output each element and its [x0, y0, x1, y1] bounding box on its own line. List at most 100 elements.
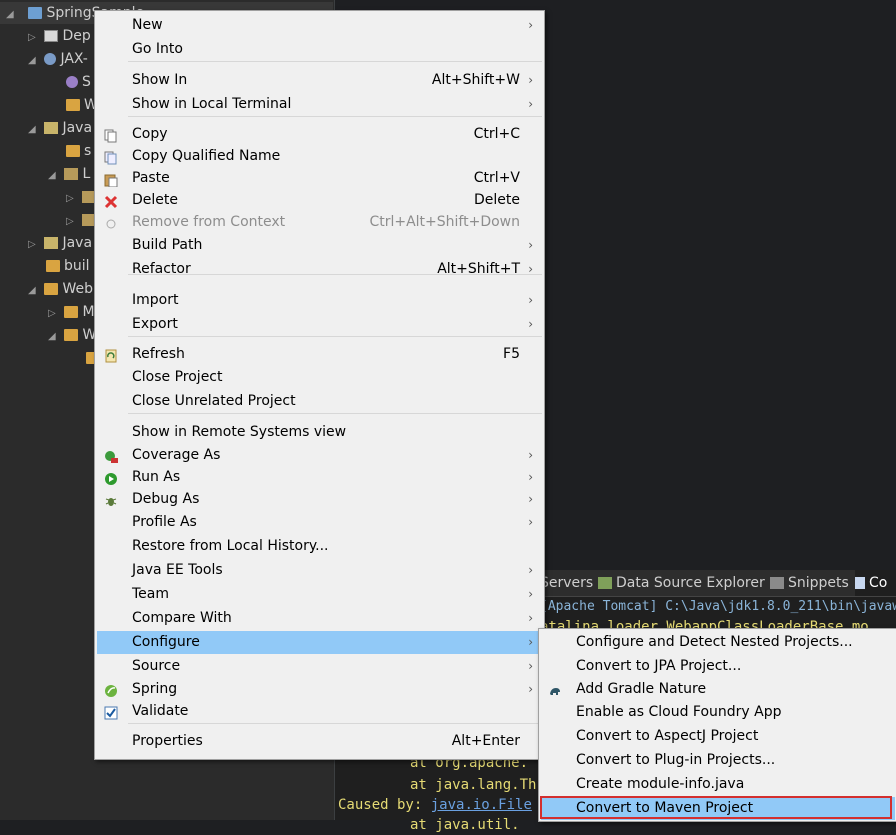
tree-item-label: M — [82, 304, 95, 320]
copy-qualified-icon — [104, 150, 118, 165]
collapse-arrow-icon[interactable]: ◢ — [28, 119, 40, 141]
submenu-arrow-icon: › — [528, 238, 533, 252]
menu-item-copy[interactable]: Copy Ctrl+C — [97, 123, 542, 146]
tree-item[interactable]: ◢ L — [48, 163, 90, 185]
menu-item-refresh[interactable]: Refresh F5 — [97, 343, 542, 366]
menu-item-close-project[interactable]: Close Project — [97, 366, 542, 389]
menu-item-label: Go Into — [132, 41, 183, 57]
submenu-arrow-icon: › — [528, 515, 533, 529]
submenu-item-create-module-info-java[interactable]: Create module-info.java — [541, 773, 895, 796]
menu-item-label: Team — [132, 586, 170, 602]
copy-icon — [104, 128, 118, 143]
tab-data-source-explorer[interactable]: Data Source Explorer — [598, 570, 765, 596]
submenu-arrow-icon: › — [528, 563, 533, 577]
menu-item-source[interactable]: Source › — [97, 655, 542, 678]
expand-arrow-icon[interactable]: ▷ — [48, 303, 60, 325]
menu-item-profile-as[interactable]: Profile As › — [97, 511, 542, 534]
expand-arrow-icon[interactable]: ▷ — [28, 234, 40, 256]
console-line: at java.lang.Th — [410, 777, 537, 793]
tree-item[interactable]: ◢ JAX- — [28, 48, 88, 70]
menu-item-shortcut: Ctrl+C — [473, 126, 520, 142]
menu-item-run-as[interactable]: Run As › — [97, 466, 542, 489]
menu-item-shortcut: Alt+Shift+T — [437, 261, 520, 277]
tab-console[interactable]: Co — [855, 570, 896, 596]
menu-separator — [128, 274, 542, 275]
tree-item[interactable]: ◢ Java — [28, 117, 92, 139]
service-icon — [66, 76, 78, 88]
menu-item-show-in-remote-systems-view[interactable]: Show in Remote Systems view — [97, 421, 542, 444]
tree-item[interactable]: ◢ Web — [28, 278, 93, 300]
menu-item-configure[interactable]: Configure › — [97, 631, 542, 654]
menu-item-show-in-local-terminal[interactable]: Show in Local Terminal › — [97, 93, 542, 116]
submenu-item-enable-as-cloud-foundry-app[interactable]: Enable as Cloud Foundry App — [541, 701, 895, 724]
tab-servers[interactable]: Servers — [540, 570, 593, 596]
expand-arrow-icon[interactable]: ▷ — [66, 211, 78, 233]
source-folder-icon — [66, 145, 80, 157]
menu-item-new[interactable]: New › — [97, 14, 542, 37]
menu-separator — [128, 413, 542, 414]
snippets-icon — [770, 577, 784, 589]
menu-item-go-into[interactable]: Go Into — [97, 38, 542, 61]
menu-item-label: Spring — [132, 681, 178, 697]
menu-item-java-ee-tools[interactable]: Java EE Tools › — [97, 559, 542, 582]
collapse-arrow-icon[interactable]: ◢ — [48, 326, 60, 348]
tree-item-label: L — [82, 166, 91, 182]
tab-label: Co — [869, 575, 888, 591]
submenu-arrow-icon: › — [528, 262, 533, 276]
menu-item-show-in[interactable]: Show In Alt+Shift+W › — [97, 69, 542, 92]
tab-snippets[interactable]: Snippets — [770, 570, 849, 596]
console-line: at java.util. — [410, 817, 520, 833]
menu-item-refactor[interactable]: Refactor Alt+Shift+T › — [97, 258, 542, 281]
menu-item-copy-qualified-name[interactable]: Copy Qualified Name — [97, 145, 542, 168]
folder-icon — [64, 329, 79, 341]
menu-item-validate[interactable]: Validate — [97, 700, 542, 723]
console-icon — [855, 577, 865, 589]
submenu-item-add-gradle-nature[interactable]: Add Gradle Nature — [541, 678, 895, 701]
tree-item[interactable]: ▷ M — [48, 301, 95, 323]
menu-item-close-unrelated-project[interactable]: Close Unrelated Project — [97, 390, 542, 413]
menu-item-export[interactable]: Export › — [97, 313, 542, 336]
menu-item-label: Debug As — [132, 491, 200, 507]
menu-item-build-path[interactable]: Build Path › — [97, 234, 542, 257]
tree-item[interactable]: s — [66, 140, 91, 162]
menu-item-team[interactable]: Team › — [97, 583, 542, 606]
menu-item-restore-from-local-history[interactable]: Restore from Local History... — [97, 535, 542, 558]
collapse-arrow-icon[interactable]: ◢ — [48, 165, 60, 187]
tree-item[interactable]: ◢ W — [48, 324, 96, 346]
menu-item-remove-from-context[interactable]: Remove from Context Ctrl+Alt+Shift+Down — [97, 211, 542, 234]
submenu-arrow-icon: › — [528, 293, 533, 307]
expand-arrow-icon[interactable]: ▷ — [28, 27, 40, 49]
tree-item[interactable]: ▷ Java — [28, 232, 92, 254]
tree-item-label: s — [84, 143, 92, 159]
submenu-item-convert-to-aspectj-project[interactable]: Convert to AspectJ Project — [541, 725, 895, 748]
menu-item-spring[interactable]: Spring › — [97, 678, 542, 701]
submenu-item-configure-and-detect-nested-projects[interactable]: Configure and Detect Nested Projects... — [541, 631, 895, 654]
menu-item-label: Delete — [132, 192, 178, 208]
submenu-item-convert-to-plug-in-projects[interactable]: Convert to Plug-in Projects... — [541, 749, 895, 772]
menu-item-coverage-as[interactable]: Coverage As › — [97, 444, 542, 467]
tree-item[interactable]: ▷ Dep — [28, 25, 91, 47]
submenu-arrow-icon: › — [528, 611, 533, 625]
submenu-arrow-icon: › — [528, 470, 533, 484]
tree-item-label: Web — [62, 281, 93, 297]
menu-item-shortcut: Alt+Shift+W — [431, 72, 520, 88]
tree-item-label: buil — [64, 258, 90, 274]
expand-arrow-icon[interactable]: ▷ — [66, 188, 78, 210]
menu-item-compare-with[interactable]: Compare With › — [97, 607, 542, 630]
menu-item-import[interactable]: Import › — [97, 289, 542, 312]
menu-item-properties[interactable]: Properties Alt+Enter — [97, 730, 542, 753]
menu-item-shortcut: Alt+Enter — [451, 733, 520, 749]
submenu-item-convert-to-jpa-project[interactable]: Convert to JPA Project... — [541, 655, 895, 678]
collapse-arrow-icon[interactable]: ◢ — [28, 50, 40, 72]
run-icon — [104, 471, 118, 485]
spring-icon — [104, 683, 118, 697]
tree-item[interactable]: buil — [46, 255, 90, 277]
stacktrace-link[interactable]: java.io.File — [431, 797, 532, 813]
tree-item[interactable]: S — [66, 71, 91, 93]
console-line: Caused by: java.io.File — [338, 795, 532, 815]
collapse-arrow-icon[interactable]: ◢ — [28, 280, 40, 302]
menu-item-paste[interactable]: Paste Ctrl+V — [97, 167, 542, 190]
menu-item-debug-as[interactable]: Debug As › — [97, 488, 542, 511]
menu-item-delete[interactable]: Delete Delete — [97, 189, 542, 212]
collapse-arrow-icon[interactable]: ◢ — [6, 4, 18, 26]
